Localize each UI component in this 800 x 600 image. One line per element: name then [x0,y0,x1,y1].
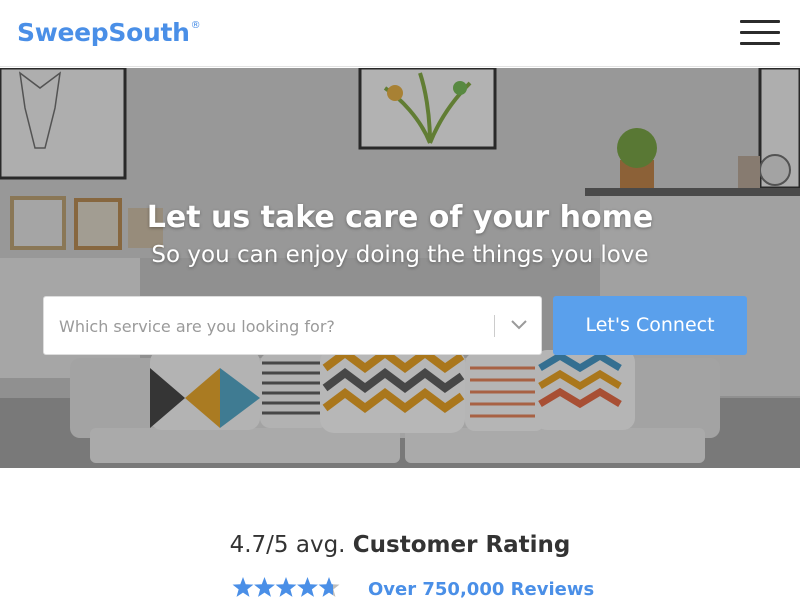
menu-bar-top [740,20,780,23]
service-select-dropdown[interactable]: Which service are you looking for? [43,296,542,355]
rating-score: 4.7/5 avg. [229,532,346,558]
logo-text: SweepSouth [17,18,190,47]
select-divider [494,315,495,337]
hero-dark-overlay [0,68,800,468]
star-icon [318,577,340,597]
menu-bar-middle [740,31,780,34]
registered-mark: ® [190,19,201,31]
hero-title: Let us take care of your home [146,200,654,235]
star-icon [254,577,275,597]
star-icon [232,577,254,597]
lets-connect-button[interactable]: Let's Connect [553,296,747,355]
chevron-down-icon [511,320,527,330]
hero-subtitle: So you can enjoy doing the things you lo… [151,242,649,268]
sweepsouth-logo[interactable]: SweepSouth® [17,18,201,47]
hero-section: Let us take care of your home So you can… [0,68,800,468]
rating-label: Customer Rating [352,532,571,558]
menu-bar-bottom [740,42,780,45]
reviews-link[interactable]: Over 750,000 Reviews [368,579,594,600]
customer-rating-line: 4.7/5 avg. Customer Rating [0,532,800,558]
star-rating [232,577,340,597]
star-icon [297,577,318,597]
star-icon [275,577,297,597]
service-select-placeholder: Which service are you looking for? [59,317,335,336]
site-header: SweepSouth® [0,0,800,67]
hamburger-menu-icon[interactable] [740,20,780,46]
